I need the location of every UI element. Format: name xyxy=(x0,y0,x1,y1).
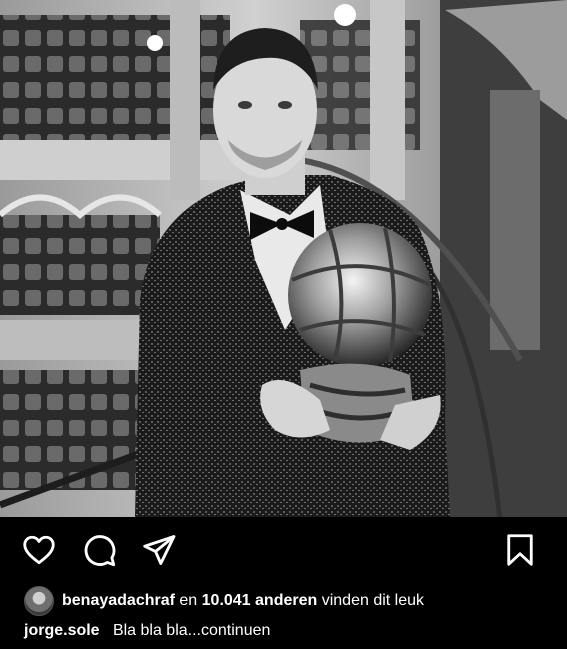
liker-username[interactable]: benayadachraf xyxy=(62,592,175,610)
paper-plane-icon[interactable] xyxy=(141,532,177,568)
comment-bubble-icon[interactable] xyxy=(81,532,117,568)
likes-summary: benayadachraf en 10.041 anderen vinden d… xyxy=(24,585,557,617)
likes-suffix: vinden dit leuk xyxy=(321,592,425,609)
post-caption: jorge.sole Bla bla bla...continuen xyxy=(24,622,270,640)
likes-count[interactable]: 10.041 anderen xyxy=(202,592,318,610)
post-action-bar xyxy=(0,517,567,579)
avatar[interactable] xyxy=(24,586,54,616)
instagram-post: benayadachraf en 10.041 anderen vinden d… xyxy=(0,0,567,649)
heart-icon[interactable] xyxy=(21,532,57,568)
likes-connector: en xyxy=(179,592,198,609)
bookmark-icon[interactable] xyxy=(502,532,538,568)
caption-text: Bla bla bla...continuen xyxy=(112,622,271,639)
caption-username[interactable]: jorge.sole xyxy=(24,622,100,639)
post-photo[interactable] xyxy=(0,0,567,517)
